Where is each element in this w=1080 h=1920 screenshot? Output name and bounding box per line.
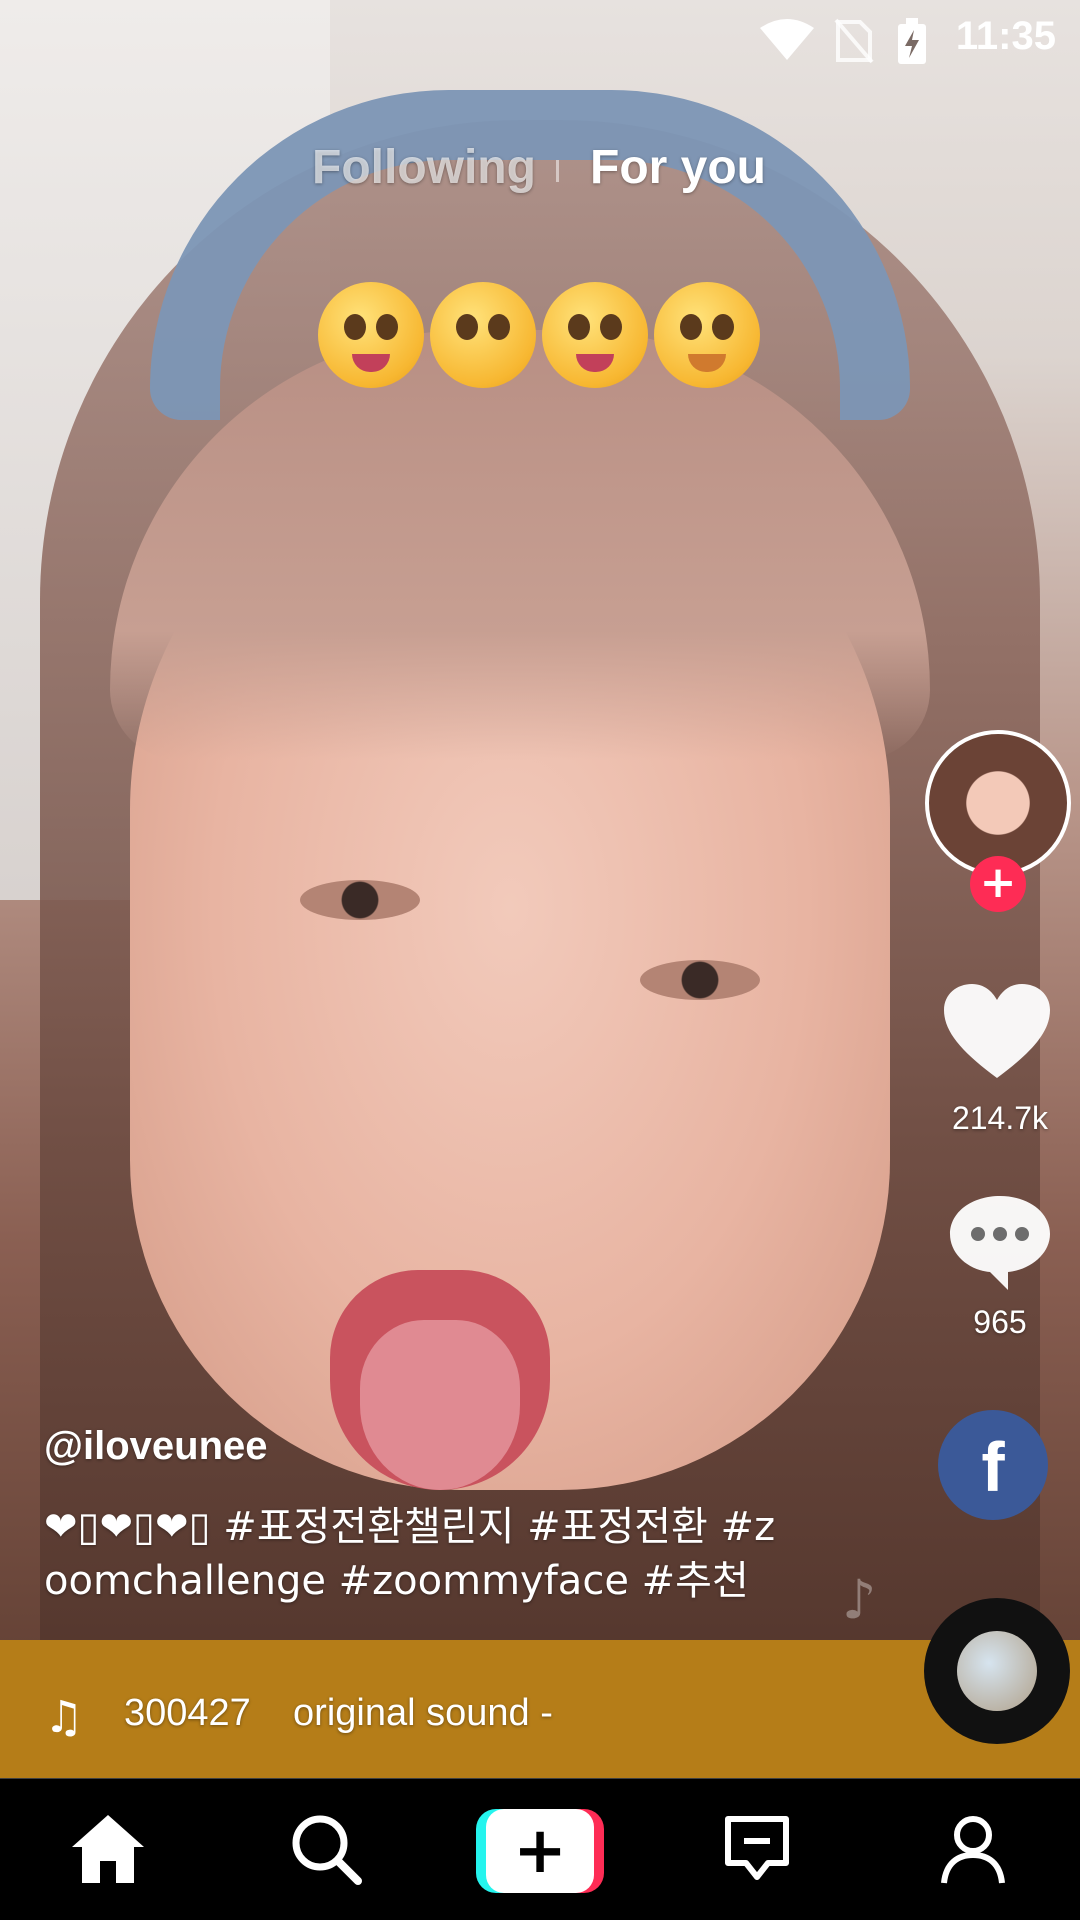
status-time: 11:35 xyxy=(955,14,1056,58)
status-bar: 11:35 xyxy=(0,0,1080,80)
video-left-eye xyxy=(300,880,420,920)
zany-face-icon xyxy=(318,282,424,388)
comment-count: 965 xyxy=(973,1304,1027,1340)
like-count: 214.7k xyxy=(951,1100,1049,1136)
battery-charging-icon xyxy=(898,18,926,64)
emoji-effect-row xyxy=(318,282,766,388)
plus-icon: + xyxy=(486,1809,594,1893)
home-icon[interactable] xyxy=(70,1813,146,1885)
music-note-icon: ♫ xyxy=(44,1692,84,1743)
facebook-share-button[interactable]: f xyxy=(938,1410,1048,1520)
floating-music-note-icon: ♪ xyxy=(842,1568,877,1631)
video-tongue xyxy=(360,1320,520,1490)
create-button[interactable]: + xyxy=(476,1809,604,1893)
tongue-face-icon xyxy=(542,282,648,388)
video-right-eye xyxy=(640,960,760,1000)
profile-icon[interactable] xyxy=(938,1813,1008,1885)
wifi-icon xyxy=(760,19,814,60)
search-icon[interactable] xyxy=(290,1813,362,1885)
inbox-icon[interactable] xyxy=(722,1813,792,1885)
bottom-nav: + xyxy=(0,1778,1080,1920)
creator-avatar[interactable] xyxy=(925,730,1071,876)
follow-button[interactable]: + xyxy=(970,856,1026,912)
hugging-face-icon xyxy=(654,282,760,388)
flushed-face-icon xyxy=(430,282,536,388)
feed-tabs: Following For you xyxy=(0,140,1080,200)
creator-username[interactable]: @iloveunee xyxy=(44,1424,268,1469)
music-title[interactable]: 300427 original sound - xyxy=(124,1692,553,1735)
music-row[interactable]: ♫ 300427 original sound - xyxy=(44,1686,604,1743)
comment-icon[interactable] xyxy=(946,1192,1054,1292)
tab-following[interactable]: Following xyxy=(312,140,536,195)
music-disc[interactable] xyxy=(924,1598,1070,1744)
video-caption[interactable]: ❤▯❤▯❤▯ #표정전환챌린지 #표정전환 #zoomchallenge #zo… xyxy=(44,1500,784,1608)
music-cover-image xyxy=(957,1631,1037,1711)
no-sim-icon xyxy=(834,18,874,64)
tab-for-you[interactable]: For you xyxy=(590,140,766,195)
tab-divider xyxy=(556,160,559,182)
facebook-icon: f xyxy=(981,1428,1005,1506)
heart-icon[interactable] xyxy=(942,982,1052,1082)
